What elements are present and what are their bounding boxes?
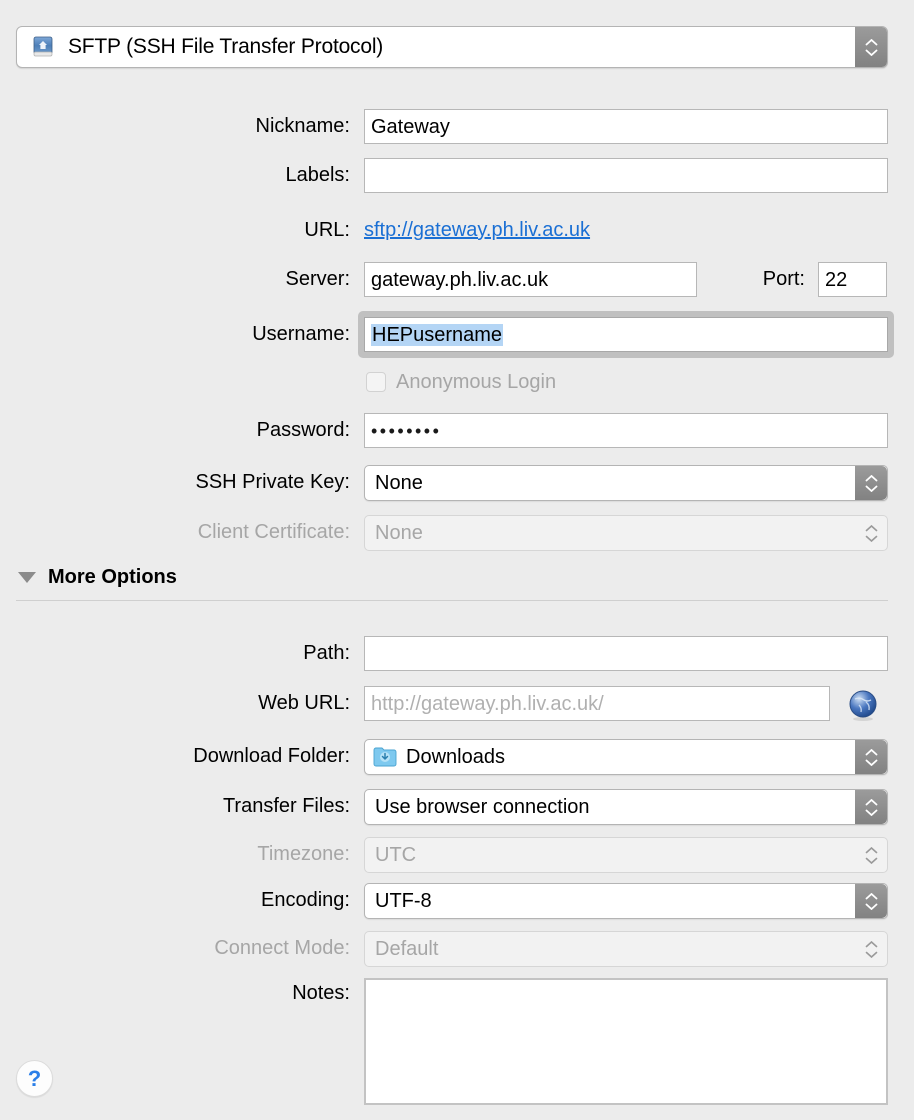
transfer-files-stepper[interactable]: [855, 790, 887, 824]
username-value: HEPusername: [371, 323, 504, 346]
username-label: Username:: [252, 323, 350, 345]
notes-label: Notes:: [292, 982, 350, 1004]
chevron-up-icon: [865, 38, 877, 45]
web-url-placeholder: http://gateway.ph.liv.ac.uk/: [371, 692, 604, 715]
chevron-down-icon: [865, 857, 877, 864]
protocol-stepper[interactable]: [855, 27, 887, 67]
more-options-label: More Options: [48, 566, 177, 588]
client-certificate-select: None: [364, 515, 888, 551]
download-folder-label: Download Folder:: [193, 745, 350, 767]
chevron-down-icon: [865, 535, 877, 542]
encoding-select[interactable]: UTF-8: [364, 883, 888, 919]
url-label: URL:: [304, 219, 350, 241]
chevron-up-icon: [865, 798, 877, 805]
client-certificate-value: None: [375, 521, 423, 544]
ssh-private-key-stepper[interactable]: [855, 466, 887, 500]
chevron-up-icon: [865, 892, 877, 899]
server-input[interactable]: gateway.ph.liv.ac.uk: [364, 262, 697, 297]
chevron-down-icon: [18, 572, 36, 583]
nickname-value: Gateway: [371, 115, 450, 138]
section-divider: [16, 600, 888, 601]
anonymous-login-label: Anonymous Login: [396, 371, 557, 393]
client-certificate-stepper: [855, 516, 887, 550]
encoding-label: Encoding:: [261, 889, 350, 911]
timezone-label: Timezone:: [257, 843, 350, 865]
timezone-stepper: [855, 838, 887, 872]
ssh-private-key-label: SSH Private Key:: [195, 471, 350, 493]
connect-mode-value: Default: [375, 937, 439, 960]
sftp-disk-icon: [33, 36, 53, 57]
notes-value: [366, 980, 886, 992]
ssh-private-key-select[interactable]: None: [364, 465, 888, 501]
encoding-stepper[interactable]: [855, 884, 887, 918]
chevron-down-icon: [865, 49, 877, 56]
timezone-value: UTC: [375, 843, 417, 866]
more-options-disclosure[interactable]: More Options: [18, 566, 177, 589]
password-value: ••••••••: [371, 420, 442, 441]
web-url-label: Web URL:: [258, 692, 350, 714]
server-value: gateway.ph.liv.ac.uk: [371, 268, 549, 291]
chevron-up-icon: [865, 748, 877, 755]
web-url-input[interactable]: http://gateway.ph.liv.ac.uk/: [364, 686, 830, 721]
download-folder-stepper[interactable]: [855, 740, 887, 774]
connect-mode-stepper: [855, 932, 887, 966]
protocol-select[interactable]: SFTP (SSH File Transfer Protocol): [16, 26, 888, 68]
labels-input[interactable]: [364, 158, 888, 193]
connect-mode-label: Connect Mode:: [214, 937, 350, 959]
help-icon: ?: [27, 1065, 42, 1091]
chevron-up-icon: [865, 846, 877, 853]
bookmark-editor-panel: SFTP (SSH File Transfer Protocol) Nickna…: [0, 0, 914, 1120]
downloads-folder-icon: [373, 747, 397, 767]
path-input[interactable]: [364, 636, 888, 671]
chevron-up-icon: [865, 524, 877, 531]
help-button[interactable]: ?: [16, 1060, 53, 1097]
chevron-up-icon: [865, 940, 877, 947]
chevron-up-icon: [865, 474, 877, 481]
chevron-down-icon: [865, 903, 877, 910]
anonymous-login-checkbox: [366, 372, 386, 392]
ssh-private-key-value: None: [375, 471, 423, 494]
password-label: Password:: [256, 419, 350, 441]
nickname-label: Nickname:: [255, 115, 350, 137]
protocol-select-label: SFTP (SSH File Transfer Protocol): [68, 35, 384, 58]
globe-icon[interactable]: [846, 688, 880, 722]
timezone-select: UTC: [364, 837, 888, 873]
port-input[interactable]: 22: [818, 262, 887, 297]
chevron-down-icon: [865, 485, 877, 492]
download-folder-value: Downloads: [406, 745, 505, 768]
url-link[interactable]: sftp://gateway.ph.liv.ac.uk: [364, 219, 590, 242]
chevron-down-icon: [865, 759, 877, 766]
notes-textarea[interactable]: [364, 978, 888, 1105]
chevron-down-icon: [865, 809, 877, 816]
connect-mode-select: Default: [364, 931, 888, 967]
labels-label: Labels:: [285, 164, 351, 186]
transfer-files-label: Transfer Files:: [222, 795, 350, 817]
transfer-files-value: Use browser connection: [375, 795, 590, 818]
password-input[interactable]: ••••••••: [364, 413, 888, 448]
port-value: 22: [825, 268, 848, 291]
username-input[interactable]: HEPusername: [364, 317, 888, 352]
transfer-files-select[interactable]: Use browser connection: [364, 789, 888, 825]
encoding-value: UTF-8: [375, 889, 432, 912]
chevron-down-icon: [865, 951, 877, 958]
port-label: Port:: [762, 268, 805, 290]
server-label: Server:: [285, 268, 350, 290]
download-folder-select[interactable]: Downloads: [364, 739, 888, 775]
nickname-input[interactable]: Gateway: [364, 109, 888, 144]
path-label: Path:: [303, 642, 350, 664]
client-certificate-label: Client Certificate:: [197, 521, 350, 543]
